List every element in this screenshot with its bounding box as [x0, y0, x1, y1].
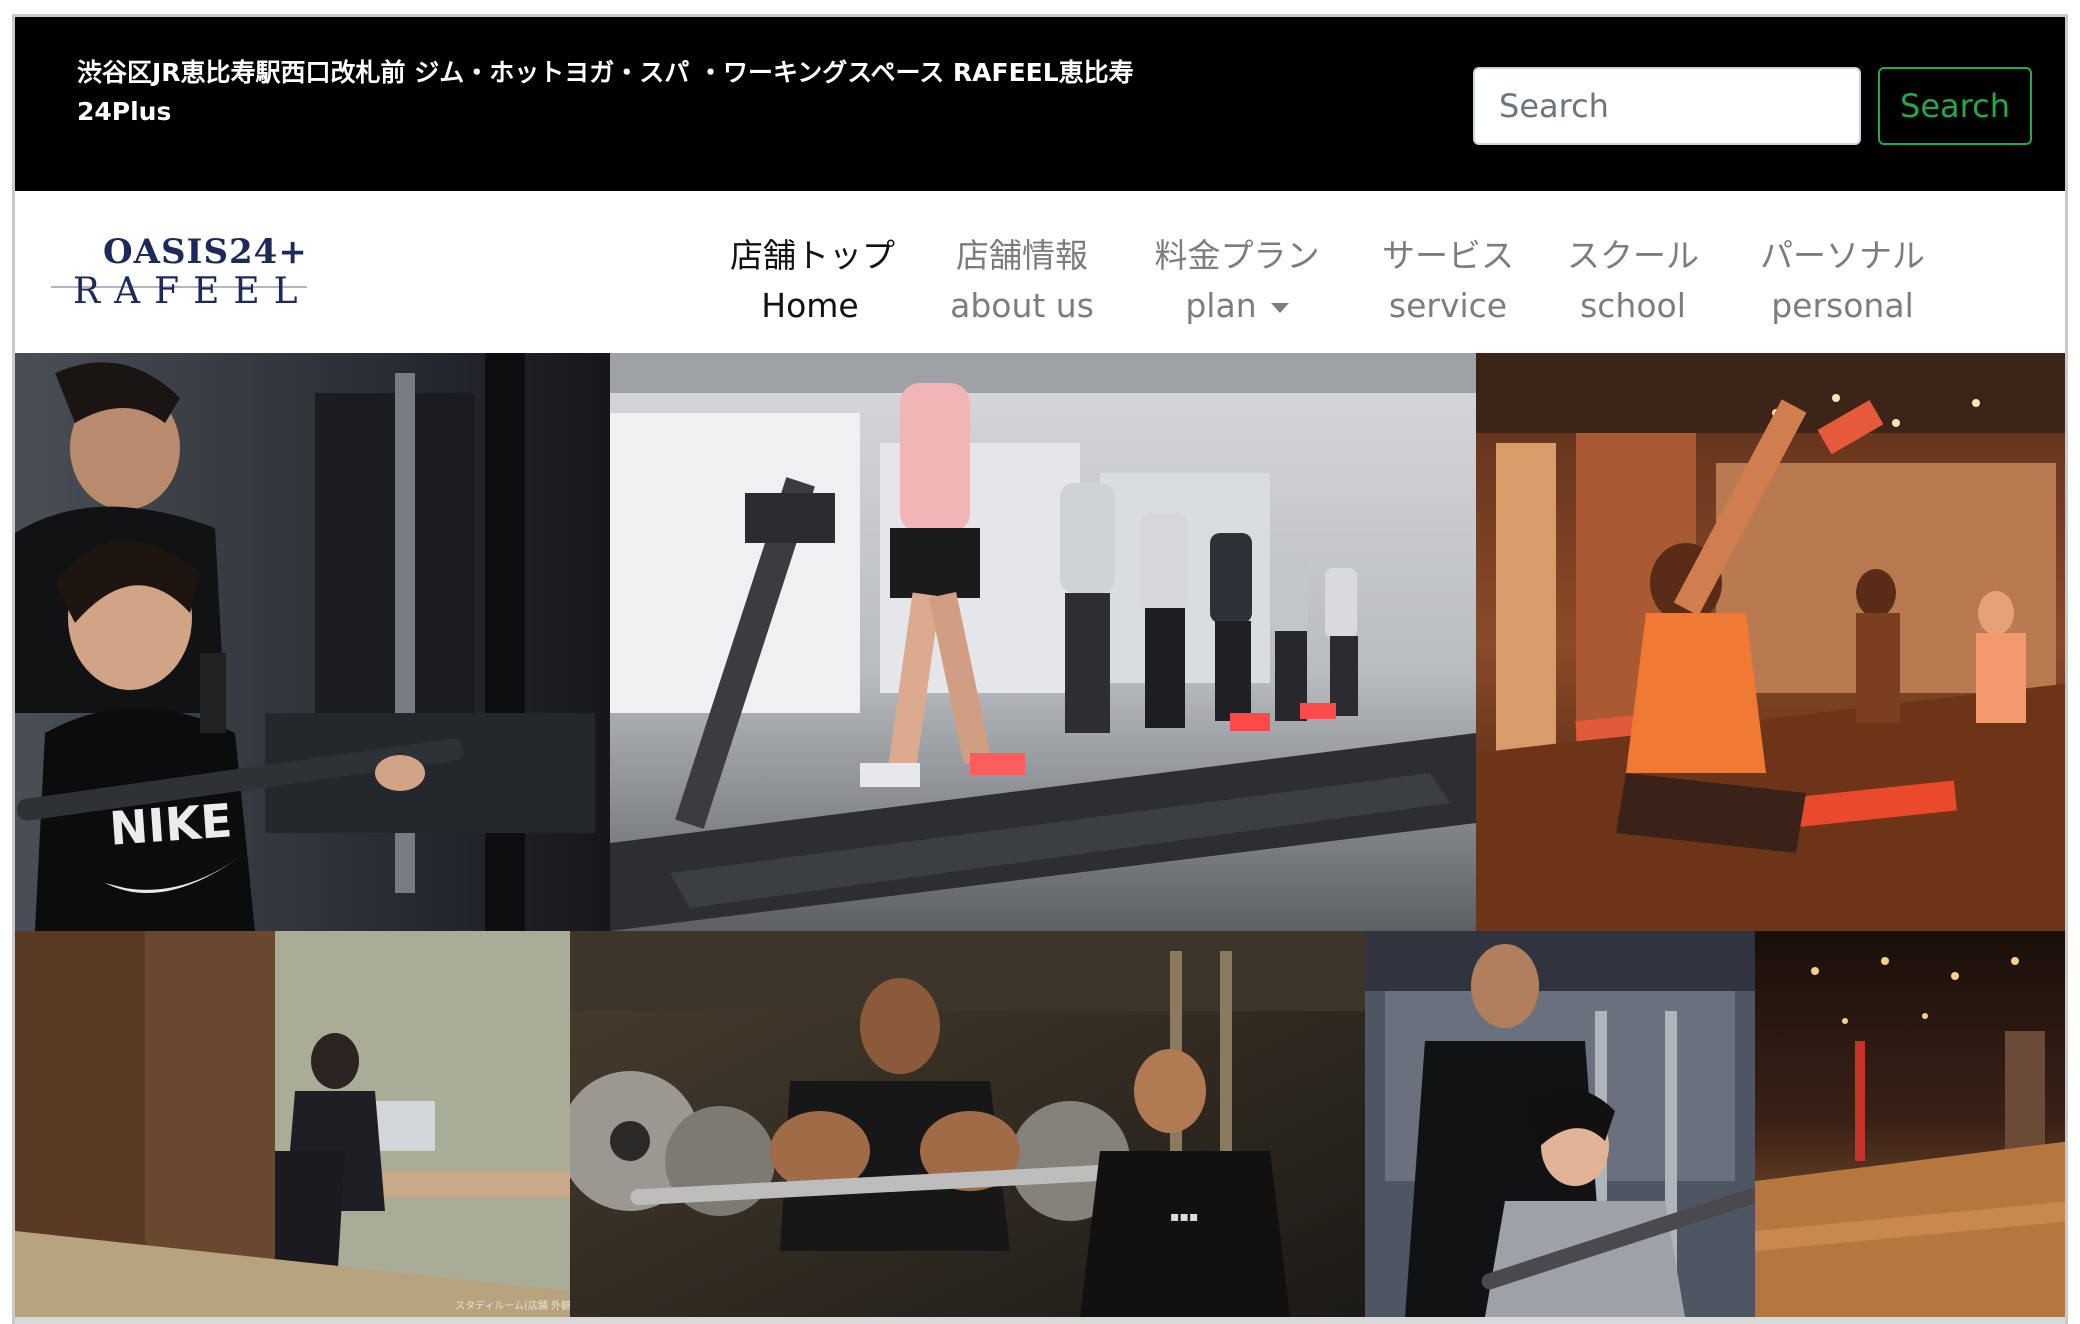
- nav-item-label-en: Home: [761, 286, 859, 325]
- logo-text-oasis: OASIS24+: [103, 232, 308, 272]
- browser-viewport: 渋谷区JR恵比寿駅西口改札前 ジム・ホットヨガ・スパ ・ワーキングスペース RA…: [12, 14, 2068, 1324]
- photo-coworking-booth: スタディルーム(店舗 外観例): [15, 931, 570, 1317]
- photo-yoga-class: [1476, 353, 2065, 931]
- search-button[interactable]: Search: [1878, 67, 2032, 145]
- nav-item-label-ja: 店舗トップ: [730, 236, 895, 275]
- photo-trainer-lat-pulldown: NIKE: [15, 353, 610, 931]
- svg-text:▪▪▪: ▪▪▪: [1170, 1209, 1198, 1225]
- nav-item-label-en: plan: [1185, 286, 1257, 325]
- nav-item-label-en: about us: [950, 286, 1094, 325]
- nav-item-service[interactable]: サービス service: [1373, 231, 1523, 331]
- photo-personal-training: [1365, 931, 1755, 1317]
- nav-item-label-ja: サービス: [1382, 236, 1514, 275]
- nav-item-label-en: school: [1580, 286, 1686, 325]
- photo-studio-floor: [1755, 931, 2065, 1317]
- caret-down-icon: [1270, 302, 1289, 313]
- logo-text-rafeel: RAFEEL: [73, 271, 312, 312]
- search-input[interactable]: [1473, 67, 1861, 145]
- photo-barbell-curl: ▪▪▪: [570, 931, 1365, 1317]
- nav-item-label-ja: 店舗情報: [956, 236, 1088, 275]
- nav-item-label-ja: スクール: [1567, 236, 1699, 275]
- nav-item-personal[interactable]: パーソナル personal: [1755, 231, 1930, 331]
- main-navbar: OASIS24+ RAFEEL 店舗トップ Home 店舗情報 about us…: [15, 191, 2065, 353]
- nav-item-label-en: service: [1388, 286, 1508, 325]
- nav-item-about-us[interactable]: 店舗情報 about us: [947, 231, 1097, 331]
- nav-item-label-en: personal: [1771, 286, 1914, 325]
- nav-item-label-ja: 料金プラン: [1154, 236, 1320, 275]
- photo-treadmill-runners: [610, 353, 1476, 931]
- photo-caption: スタディルーム(店舗 外観例): [455, 1299, 570, 1312]
- top-header-bar: 渋谷区JR恵比寿駅西口改札前 ジム・ホットヨガ・スパ ・ワーキングスペース RA…: [15, 17, 2065, 191]
- nav-item-school[interactable]: スクール school: [1563, 231, 1703, 331]
- nav-item-label-ja: パーソナル: [1760, 236, 1925, 275]
- site-title: 渋谷区JR恵比寿駅西口改札前 ジム・ホットヨガ・スパ ・ワーキングスペース RA…: [77, 58, 1134, 126]
- nav-item-home[interactable]: 店舗トップ Home: [730, 231, 895, 331]
- brand-logo[interactable]: OASIS24+ RAFEEL: [45, 221, 315, 321]
- nav-item-plan-dropdown[interactable]: 料金プラン plan: [1152, 231, 1322, 331]
- footer-strip: [15, 1317, 2065, 1324]
